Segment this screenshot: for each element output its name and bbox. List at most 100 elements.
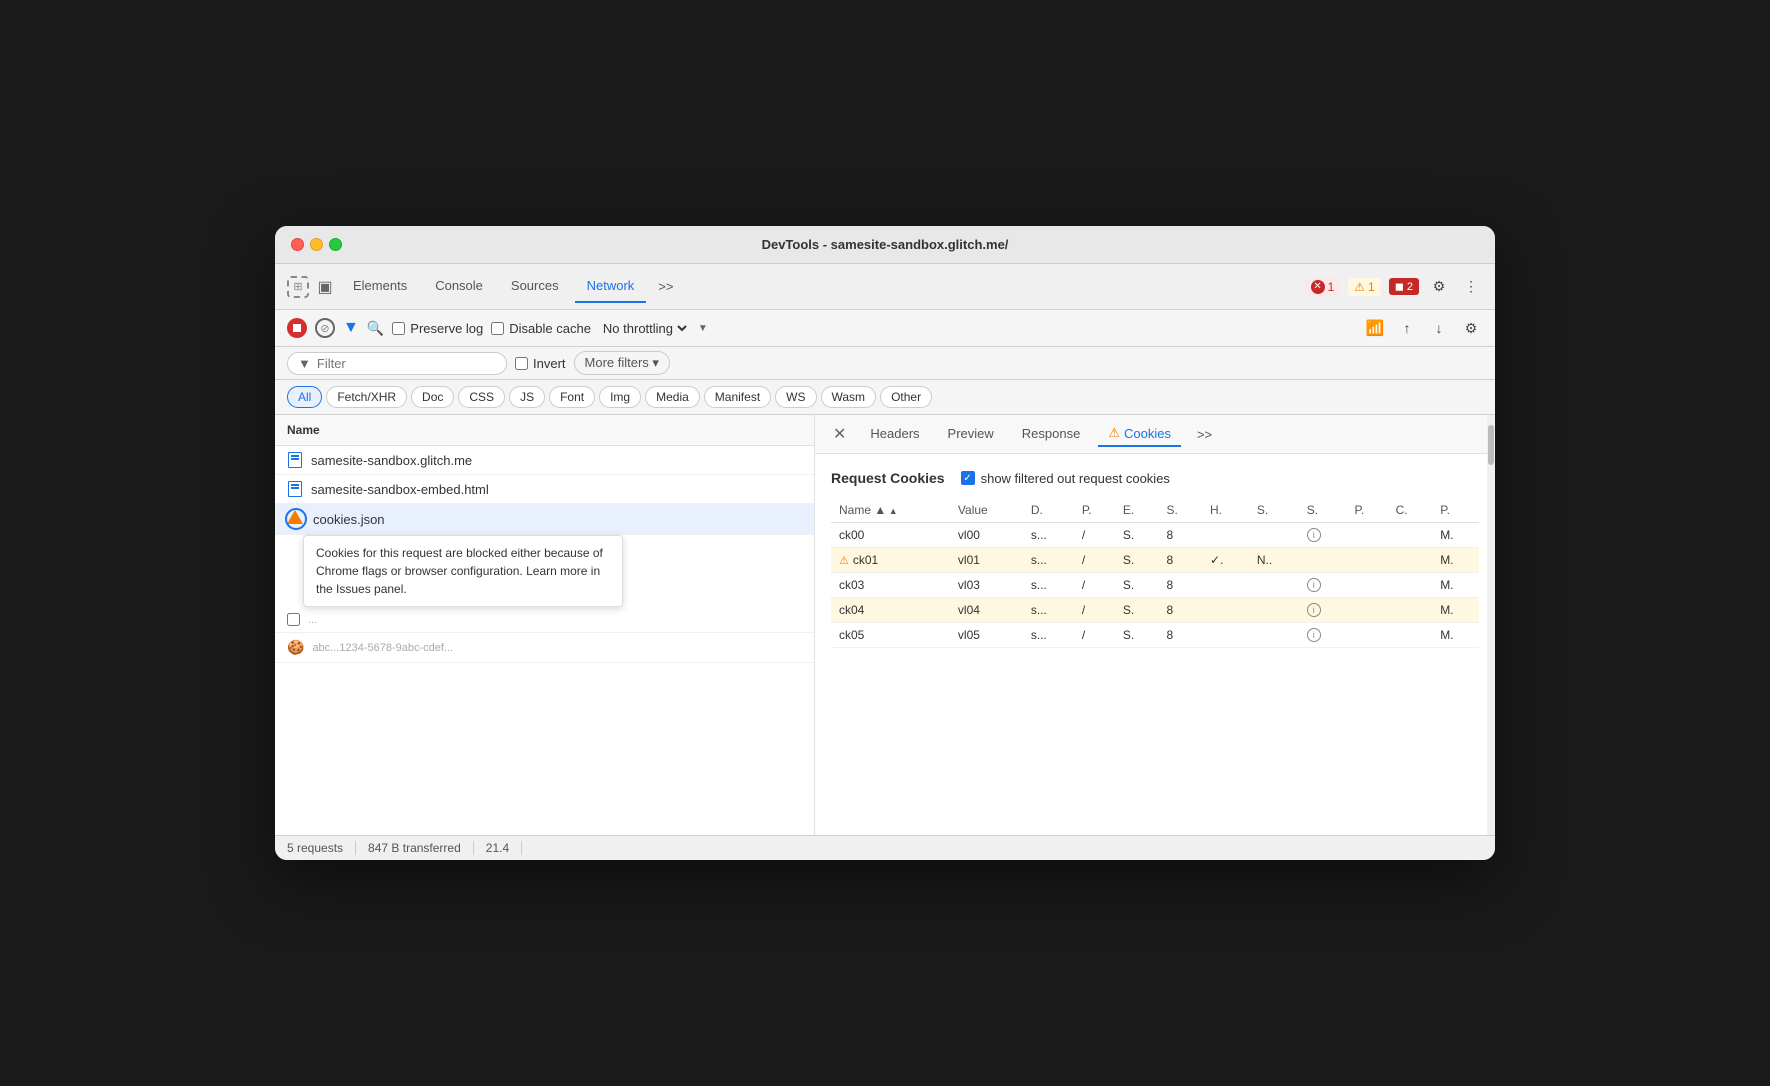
cookie-p2-cell: [1347, 598, 1388, 623]
type-filter-ws[interactable]: WS: [775, 386, 816, 408]
close-panel-button[interactable]: ✕: [827, 422, 852, 446]
throttle-select[interactable]: No throttling: [599, 320, 690, 337]
network-settings-icon[interactable]: ⚙: [1459, 316, 1483, 340]
cookie-p3-cell: M.: [1432, 523, 1479, 548]
close-button[interactable]: [291, 238, 304, 251]
tab-sources[interactable]: Sources: [499, 270, 571, 303]
list-item-selected[interactable]: cookies.json: [275, 504, 814, 535]
doc-icon: [287, 452, 303, 468]
warning-ring: [285, 508, 307, 530]
type-filter-doc[interactable]: Doc: [411, 386, 454, 408]
file-name: samesite-sandbox.glitch.me: [311, 453, 472, 468]
clear-icon: ⊘: [320, 322, 329, 335]
download-icon[interactable]: ↓: [1427, 316, 1451, 340]
type-filter-other[interactable]: Other: [880, 386, 932, 408]
cookie-s3-cell: i: [1299, 573, 1347, 598]
info-icon[interactable]: i: [1307, 603, 1321, 617]
type-filter-css[interactable]: CSS: [458, 386, 505, 408]
cookie-p-cell: /: [1074, 548, 1115, 573]
doc-icon: [287, 481, 303, 497]
more-options-icon[interactable]: ⋮: [1459, 275, 1483, 299]
tab-elements[interactable]: Elements: [341, 270, 419, 303]
error-badge: ✕ 1: [1305, 278, 1341, 296]
clear-button[interactable]: ⊘: [315, 318, 335, 338]
scrollbar-thumb[interactable]: [1488, 425, 1494, 465]
show-filtered-label[interactable]: ✓ show filtered out request cookies: [961, 471, 1170, 486]
tab-network[interactable]: Network: [575, 270, 647, 303]
tab-headers[interactable]: Headers: [860, 422, 929, 447]
col-c: C.: [1388, 498, 1433, 523]
vertical-scrollbar[interactable]: [1487, 415, 1495, 835]
issues-icon: ◼: [1395, 280, 1404, 293]
tab-preview[interactable]: Preview: [938, 422, 1004, 447]
table-row: ck04vl04s.../S.8iM.: [831, 598, 1479, 623]
type-filter-manifest[interactable]: Manifest: [704, 386, 771, 408]
cookie-d-cell: s...: [1023, 548, 1074, 573]
more-filters-button[interactable]: More filters ▾: [574, 351, 670, 375]
main-content: Name samesite-sandbox.glitch.me samesite…: [275, 415, 1495, 835]
col-p2: P.: [1347, 498, 1388, 523]
preserve-log-label[interactable]: Preserve log: [392, 321, 483, 336]
col-s3: S.: [1299, 498, 1347, 523]
device-toolbar-icon[interactable]: ▣: [313, 275, 337, 299]
invert-label[interactable]: Invert: [515, 356, 566, 371]
file-name: samesite-sandbox-embed.html: [311, 482, 489, 497]
more-tabs-button[interactable]: >>: [650, 276, 681, 297]
tab-cookies[interactable]: ⚠ Cookies: [1098, 421, 1181, 447]
preserve-log-checkbox[interactable]: [392, 322, 405, 335]
type-filter-font[interactable]: Font: [549, 386, 595, 408]
filter-bar: ▼ Invert More filters ▾: [275, 347, 1495, 380]
cookies-content: Request Cookies ✓ show filtered out requ…: [815, 454, 1495, 835]
warning-badge: ⚠ 1: [1348, 278, 1380, 296]
cookies-table: Name ▲ Value D. P. E. S. H. S. S. P. C. …: [831, 498, 1479, 648]
show-filtered-checkbox[interactable]: ✓: [961, 471, 975, 485]
stop-recording-button[interactable]: [287, 318, 307, 338]
issues-badge: ◼ 2: [1389, 278, 1419, 295]
devtools-right-controls: ✕ 1 ⚠ 1 ◼ 2 ⚙ ⋮: [1305, 275, 1483, 299]
list-item[interactable]: samesite-sandbox-embed.html: [275, 475, 814, 504]
transferred-size: 847 B transferred: [356, 841, 474, 855]
file-name: cookies.json: [313, 512, 385, 527]
cookie-p-cell: /: [1074, 598, 1115, 623]
type-filter-js[interactable]: JS: [509, 386, 545, 408]
item-checkbox[interactable]: [287, 613, 300, 626]
filter-input[interactable]: [317, 356, 477, 371]
info-icon[interactable]: i: [1307, 628, 1321, 642]
wifi-icon[interactable]: 📶: [1363, 316, 1387, 340]
type-filter-all[interactable]: All: [287, 386, 322, 408]
cookie-d-cell: s...: [1023, 573, 1074, 598]
search-icon[interactable]: 🔍: [367, 320, 384, 337]
file-list: Name samesite-sandbox.glitch.me samesite…: [275, 415, 815, 835]
filter-icon[interactable]: ▼: [343, 319, 359, 337]
list-item[interactable]: samesite-sandbox.glitch.me: [275, 446, 814, 475]
tab-response[interactable]: Response: [1012, 422, 1091, 447]
cookie-h-cell: [1202, 573, 1249, 598]
disable-cache-checkbox[interactable]: [491, 322, 504, 335]
cookie-h-cell: [1202, 623, 1249, 648]
disable-cache-label[interactable]: Disable cache: [491, 321, 591, 336]
list-item-cookie[interactable]: 🍪 abc...1234-5678-9abc-cdef...: [275, 633, 814, 663]
more-detail-tabs-button[interactable]: >>: [1189, 424, 1220, 445]
info-icon[interactable]: i: [1307, 528, 1321, 542]
inspector-icon[interactable]: ⊞: [287, 276, 309, 298]
minimize-button[interactable]: [310, 238, 323, 251]
col-name[interactable]: Name ▲: [831, 498, 950, 523]
settings-icon[interactable]: ⚙: [1427, 275, 1451, 299]
type-filter-wasm[interactable]: Wasm: [821, 386, 877, 408]
maximize-button[interactable]: [329, 238, 342, 251]
type-filter-media[interactable]: Media: [645, 386, 700, 408]
col-h: H.: [1202, 498, 1249, 523]
info-icon[interactable]: i: [1307, 578, 1321, 592]
cookie-s2-cell: [1249, 573, 1299, 598]
list-item-checkbox[interactable]: ...: [275, 607, 814, 633]
tab-console[interactable]: Console: [423, 270, 495, 303]
invert-checkbox[interactable]: [515, 357, 528, 370]
devtools-window: DevTools - samesite-sandbox.glitch.me/ ⊞…: [275, 226, 1495, 860]
type-filter-fetch-xhr[interactable]: Fetch/XHR: [326, 386, 407, 408]
col-s: S.: [1158, 498, 1202, 523]
cookie-p2-cell: [1347, 548, 1388, 573]
warning-icon: ⚠: [1354, 280, 1365, 294]
upload-icon[interactable]: ↑: [1395, 316, 1419, 340]
type-filter-img[interactable]: Img: [599, 386, 641, 408]
col-value: Value: [950, 498, 1023, 523]
